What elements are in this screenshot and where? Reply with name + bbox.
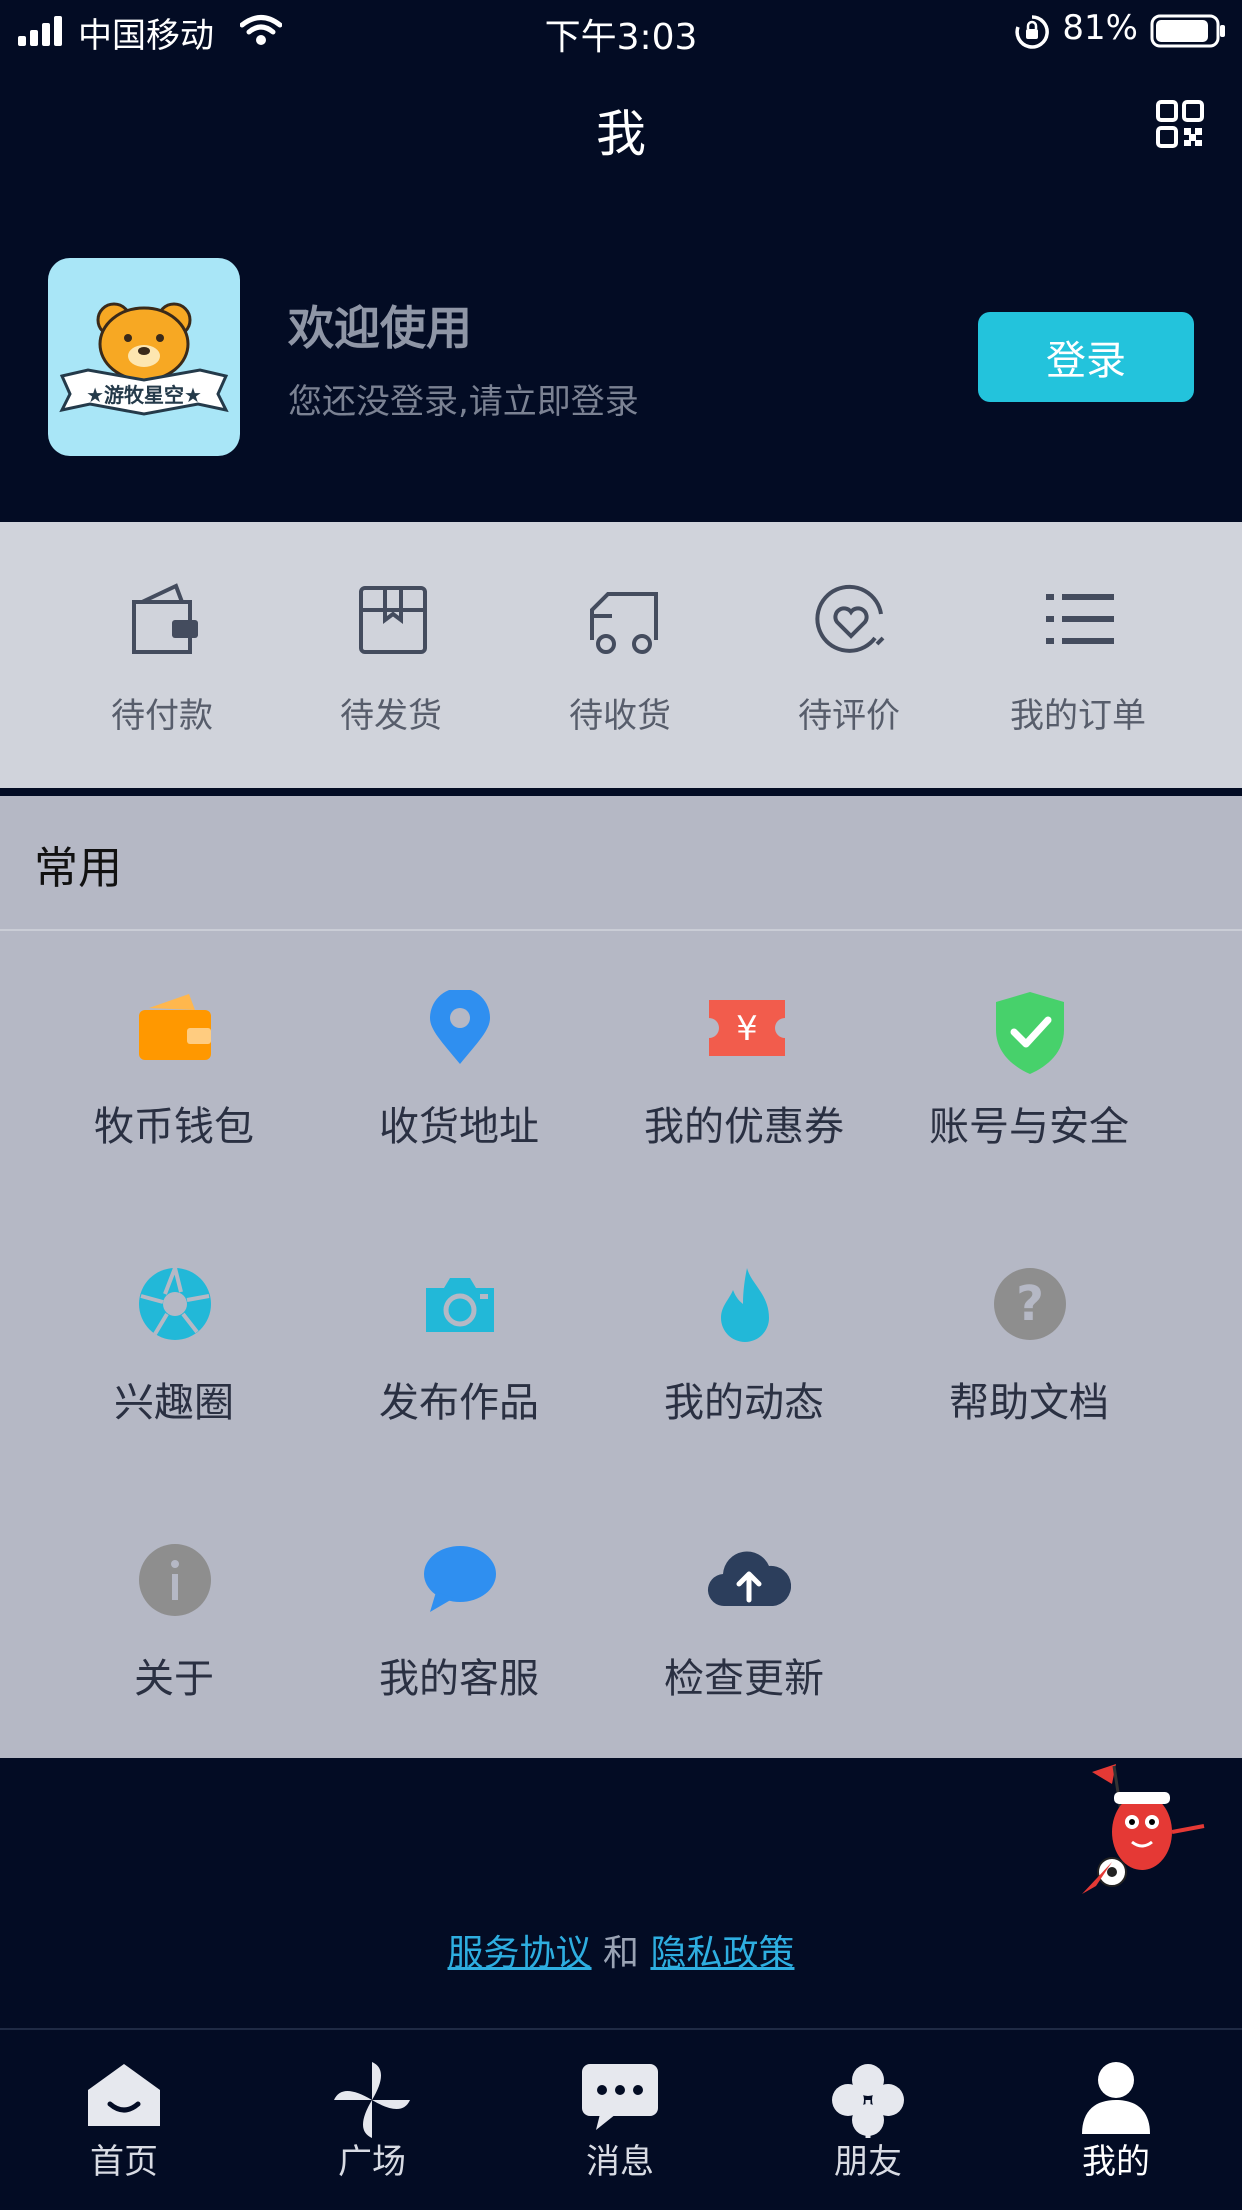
list-icon <box>1046 594 1114 644</box>
tile-customer-service[interactable]: 我的客服 <box>314 1542 604 1742</box>
tile-wallet[interactable]: 牧币钱包 <box>29 990 319 1190</box>
tab-label: 消息 <box>586 2142 654 2182</box>
tile-label: 我的客服 <box>379 1656 539 1702</box>
tab-label: 广场 <box>338 2142 406 2182</box>
tile-help-docs[interactable]: ? 帮助文档 <box>884 1266 1174 1466</box>
tab-label: 朋友 <box>834 2142 902 2182</box>
home-icon <box>88 2064 160 2126</box>
tile-account-security[interactable]: 账号与安全 <box>884 990 1174 1190</box>
order-pending-receipt[interactable]: 待收货 <box>505 522 735 788</box>
battery-icon <box>1150 14 1225 48</box>
svg-text:?: ? <box>1016 1276 1044 1332</box>
agreement-and: 和 <box>602 1933 639 1974</box>
order-all[interactable]: 我的订单 <box>963 522 1193 788</box>
status-bar: 中国移动 下午3:03 81% <box>0 0 1242 62</box>
order-status-row: 待付款 待发货 待收货 待评价 我的订单 <box>0 522 1242 788</box>
tile-label: 账号与安全 <box>929 1104 1129 1150</box>
tile-check-update[interactable]: 检查更新 <box>599 1542 889 1742</box>
message-icon <box>582 2064 658 2130</box>
rotation-lock-icon <box>1015 15 1049 49</box>
info-icon <box>139 1544 211 1616</box>
order-label: 待发货 <box>340 696 442 736</box>
tab-label: 首页 <box>90 2142 158 2182</box>
tab-label: 我的 <box>1082 2142 1150 2182</box>
bear-logo-icon: ★游牧星空★ <box>59 302 229 416</box>
welcome-title: 欢迎使用 <box>288 301 472 355</box>
shield-check-icon <box>996 992 1064 1074</box>
flame-icon <box>721 1268 769 1342</box>
question-icon: ? <box>994 1268 1066 1340</box>
tile-label: 我的动态 <box>664 1380 824 1426</box>
order-label: 待付款 <box>111 696 213 736</box>
tab-square[interactable]: 广场 <box>248 2030 496 2210</box>
svg-text:★游牧星空★: ★游牧星空★ <box>86 383 202 407</box>
status-time: 下午3:03 <box>544 17 698 58</box>
review-heart-icon <box>815 584 885 653</box>
tile-about[interactable]: 关于 <box>29 1542 319 1742</box>
wallet-icon <box>139 994 211 1060</box>
section-title: 常用 <box>34 843 122 894</box>
tile-coupons[interactable]: ¥ 我的优惠券 <box>599 990 889 1190</box>
order-pending-review[interactable]: 待评价 <box>734 522 964 788</box>
location-pin-icon <box>430 990 490 1064</box>
tile-label: 关于 <box>134 1656 214 1702</box>
qr-code-icon[interactable] <box>1156 100 1204 148</box>
chat-bubble-icon <box>424 1546 496 1612</box>
pinwheel-icon <box>334 2062 410 2138</box>
truck-icon <box>590 592 658 654</box>
box-icon <box>359 586 427 654</box>
mascot-floating-icon[interactable] <box>1072 1762 1212 1902</box>
tile-interest-circle[interactable]: 兴趣圈 <box>29 1266 319 1466</box>
agreement-links: 服务协议 和 隐私政策 <box>0 1924 1242 1976</box>
order-pending-payment[interactable]: 待付款 <box>47 522 277 788</box>
cloud-upload-icon <box>708 1551 791 1607</box>
tile-address[interactable]: 收货地址 <box>314 990 604 1190</box>
login-hint: 您还没登录,请立即登录 <box>288 382 639 422</box>
order-pending-shipment[interactable]: 待发货 <box>276 522 506 788</box>
tile-label: 我的优惠券 <box>644 1104 844 1150</box>
page-title: 我 <box>596 105 646 163</box>
tab-messages[interactable]: 消息 <box>496 2030 744 2210</box>
nav-bar: 我 <box>0 80 1242 172</box>
tile-publish[interactable]: 发布作品 <box>314 1266 604 1466</box>
tab-friends[interactable]: 朋友 <box>744 2030 992 2210</box>
tile-label: 牧币钱包 <box>94 1104 254 1150</box>
section-divider-line <box>0 929 1242 931</box>
tile-label: 帮助文档 <box>949 1380 1109 1426</box>
person-icon <box>1082 2062 1150 2134</box>
svg-text:¥: ¥ <box>736 1009 758 1049</box>
clover-icon <box>832 2064 904 2138</box>
coupon-icon: ¥ <box>709 1000 785 1056</box>
tab-home[interactable]: 首页 <box>0 2030 248 2210</box>
tile-label: 收货地址 <box>379 1104 539 1150</box>
wallet-icon <box>132 583 198 654</box>
avatar[interactable]: ★游牧星空★ <box>48 258 240 456</box>
tab-me[interactable]: 我的 <box>992 2030 1240 2210</box>
tile-label: 检查更新 <box>664 1656 824 1702</box>
tile-my-moments[interactable]: 我的动态 <box>599 1266 889 1466</box>
privacy-policy-link[interactable]: 隐私政策 <box>650 1933 794 1974</box>
order-label: 待评价 <box>798 696 900 736</box>
service-agreement-link[interactable]: 服务协议 <box>448 1933 592 1974</box>
aperture-icon <box>139 1267 211 1340</box>
tile-label: 兴趣圈 <box>114 1380 234 1426</box>
battery-percent: 81% <box>1062 8 1138 48</box>
section-divider <box>0 788 1242 796</box>
tile-label: 发布作品 <box>379 1380 539 1426</box>
login-button[interactable]: 登录 <box>978 312 1194 402</box>
order-label: 待收货 <box>569 696 671 736</box>
order-label: 我的订单 <box>1010 696 1146 736</box>
camera-icon <box>426 1278 494 1332</box>
common-section: 常用 牧币钱包 收货地址 ¥ 我的优惠券 账号与安全 兴趣圈 发布作品 我的动态… <box>0 796 1242 1758</box>
tab-bar: 首页 广场 消息 朋友 我的 <box>0 2028 1242 2210</box>
profile-header: ★游牧星空★ 欢迎使用 您还没登录,请立即登录 登录 <box>0 200 1242 520</box>
